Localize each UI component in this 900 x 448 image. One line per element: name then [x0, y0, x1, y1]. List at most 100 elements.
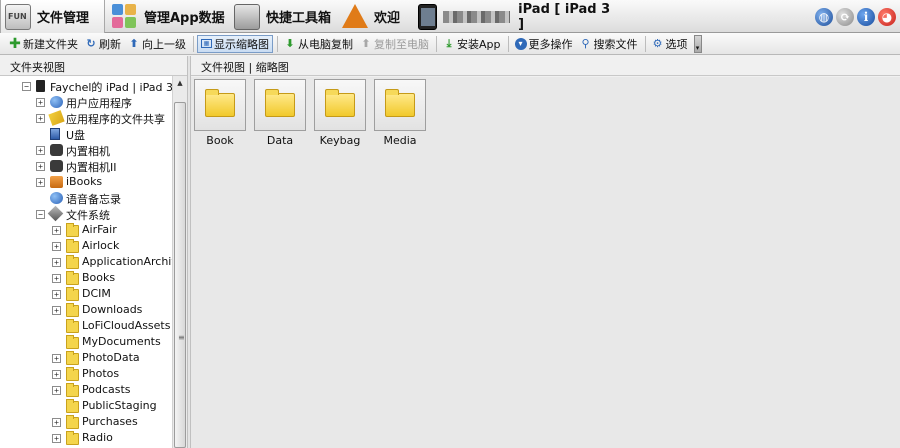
info-icon[interactable]: i: [857, 8, 875, 26]
expand-toggle[interactable]: +: [52, 306, 61, 315]
folder-tile-label: Keybag: [319, 134, 361, 147]
tree-root-device[interactable]: − Faychel的 iPad | iPad 3 通: [0, 78, 172, 94]
folder-icon: [66, 383, 79, 397]
collapse-toggle[interactable]: −: [36, 210, 45, 219]
expand-toggle[interactable]: +: [52, 290, 61, 299]
tab-file-manager[interactable]: 文件管理: [0, 0, 105, 33]
show-thumbnails-button[interactable]: ▦ 显示缩略图: [197, 34, 273, 53]
expand-toggle[interactable]: +: [52, 386, 61, 395]
button-label: 向上一级: [142, 37, 186, 51]
tree-item-voice-memos[interactable]: 语音备忘录: [0, 190, 172, 206]
globe-icon[interactable]: ◍: [815, 8, 833, 26]
tree-folder-podcasts[interactable]: + Podcasts: [0, 382, 172, 398]
tree-scrollbar[interactable]: ▲ ≡: [172, 76, 187, 448]
refresh-circle-icon[interactable]: ⟳: [836, 8, 854, 26]
expand-toggle[interactable]: +: [36, 98, 45, 107]
file-manager-icon: [5, 3, 31, 30]
expand-toggle[interactable]: +: [52, 242, 61, 251]
folder-tile-label: Media: [383, 134, 417, 147]
tree-folder-mydocuments[interactable]: MyDocuments: [0, 334, 172, 350]
expand-toggle[interactable]: +: [52, 418, 61, 427]
usb-disk-icon: [50, 128, 60, 140]
scroll-thumb[interactable]: ≡: [174, 102, 186, 448]
collapse-toggle[interactable]: −: [22, 82, 31, 91]
folder-view-header: 文件夹视图: [0, 56, 187, 76]
tree-label: iBooks: [66, 175, 103, 188]
app-grid-icon: [112, 3, 138, 30]
tab-bar: 文件管理 管理App数据 快捷工具箱 欢迎 iPad [ iPad 3 ] ◍ …: [0, 0, 900, 33]
gear-icon: ⚙: [652, 37, 663, 50]
tree-folder-airfair[interactable]: + AirFair: [0, 222, 172, 238]
tree-folder-dcim[interactable]: + DCIM: [0, 286, 172, 302]
tree-label: LoFiCloudAssets: [82, 319, 171, 332]
tab-label: 管理App数据: [144, 11, 225, 26]
camera-icon: [50, 144, 63, 156]
device-tab[interactable]: iPad [ iPad 3 ]: [414, 0, 614, 33]
folder-tile-label: Book: [206, 134, 234, 147]
toolbar-overflow-button[interactable]: ▾: [693, 34, 702, 53]
expand-toggle[interactable]: +: [36, 146, 45, 155]
folder-tile-book[interactable]: [194, 79, 246, 131]
upload-arrow-icon: ⬆: [361, 37, 371, 50]
expand-toggle[interactable]: +: [52, 274, 61, 283]
tree-item-camera-ii[interactable]: + 内置相机II: [0, 158, 172, 174]
expand-toggle[interactable]: +: [52, 258, 61, 267]
more-ops-icon: ▾: [514, 37, 527, 50]
tree-folder-publicstaging[interactable]: PublicStaging: [0, 398, 172, 414]
tree-item-filesystem[interactable]: − 文件系统: [0, 205, 172, 222]
tab-toolbox[interactable]: 快捷工具箱: [230, 0, 334, 33]
tree-label: PublicStaging: [82, 399, 157, 412]
tree-item-usb-disk[interactable]: U盘: [0, 126, 172, 142]
options-button[interactable]: ⚙ 选项: [649, 35, 691, 53]
apps-globe-icon: [50, 96, 63, 108]
tree-item-camera[interactable]: + 内置相机: [0, 142, 172, 158]
tree-label: Airlock: [82, 239, 120, 252]
tree-label: AirFair: [82, 223, 117, 236]
tab-welcome[interactable]: 欢迎: [338, 0, 402, 33]
folder-tile-keybag[interactable]: [314, 79, 366, 131]
tree-label: Photos: [82, 367, 120, 380]
new-folder-button[interactable]: ✚ 新建文件夹: [6, 35, 81, 53]
toolbar-separator: [436, 35, 437, 52]
tree-label: MyDocuments: [82, 335, 161, 348]
tree-folder-airlock[interactable]: + Airlock: [0, 238, 172, 254]
tree-item-file-sharing[interactable]: + 应用程序的文件共享: [0, 110, 172, 126]
tree-folder-photodata[interactable]: + PhotoData: [0, 350, 172, 366]
tree-folder-downloads[interactable]: + Downloads: [0, 302, 172, 318]
tree-folder-photos[interactable]: + Photos: [0, 366, 172, 382]
scroll-up-arrow[interactable]: ▲: [173, 76, 187, 90]
more-ops-button[interactable]: ▾ 更多操作: [512, 35, 576, 53]
expand-toggle[interactable]: +: [52, 370, 61, 379]
expand-toggle[interactable]: +: [52, 226, 61, 235]
search-files-button[interactable]: ⚲ 搜索文件: [577, 35, 641, 53]
top-right-icons: ◍ ⟳ i ◕: [815, 8, 896, 26]
expand-toggle[interactable]: +: [36, 162, 45, 171]
tree-folder-books[interactable]: + Books: [0, 270, 172, 286]
voice-memo-icon: [50, 192, 63, 204]
tree-folder-purchases[interactable]: + Purchases: [0, 414, 172, 430]
up-level-button[interactable]: ⬆ 向上一级: [125, 35, 189, 53]
tab-label: 快捷工具箱: [266, 11, 332, 26]
tree-item-user-apps[interactable]: + 用户应用程序: [0, 94, 172, 110]
folder-icon: [66, 319, 79, 333]
expand-toggle[interactable]: +: [36, 114, 45, 123]
expand-toggle[interactable]: +: [52, 354, 61, 363]
copy-to-pc-button[interactable]: ⬆ 复制至电脑: [357, 35, 432, 53]
tree-label: 语音备忘录: [66, 193, 121, 206]
expand-toggle[interactable]: +: [36, 178, 45, 187]
install-app-button[interactable]: ⤓ 安装App: [440, 35, 504, 53]
refresh-button[interactable]: ↻ 刷新: [82, 35, 124, 53]
tree-label: 应用程序的文件共享: [66, 113, 165, 126]
expand-toggle[interactable]: +: [52, 434, 61, 443]
folder-tile-data[interactable]: [254, 79, 306, 131]
tree-folder-applicationarchives[interactable]: + ApplicationArchives: [0, 254, 172, 270]
tree-label: U盘: [66, 129, 86, 142]
tree-item-ibooks[interactable]: + iBooks: [0, 174, 172, 190]
tree-folder-radio[interactable]: + Radio: [0, 430, 172, 446]
copy-from-pc-button[interactable]: ⬇ 从电脑复制: [281, 35, 356, 53]
tab-manage-app-data[interactable]: 管理App数据: [108, 0, 226, 33]
folder-tile-media[interactable]: [374, 79, 426, 131]
tree-folder-loficloudassets[interactable]: LoFiCloudAssets: [0, 318, 172, 334]
tree-label: Radio: [82, 431, 113, 444]
weibo-icon[interactable]: ◕: [878, 8, 896, 26]
